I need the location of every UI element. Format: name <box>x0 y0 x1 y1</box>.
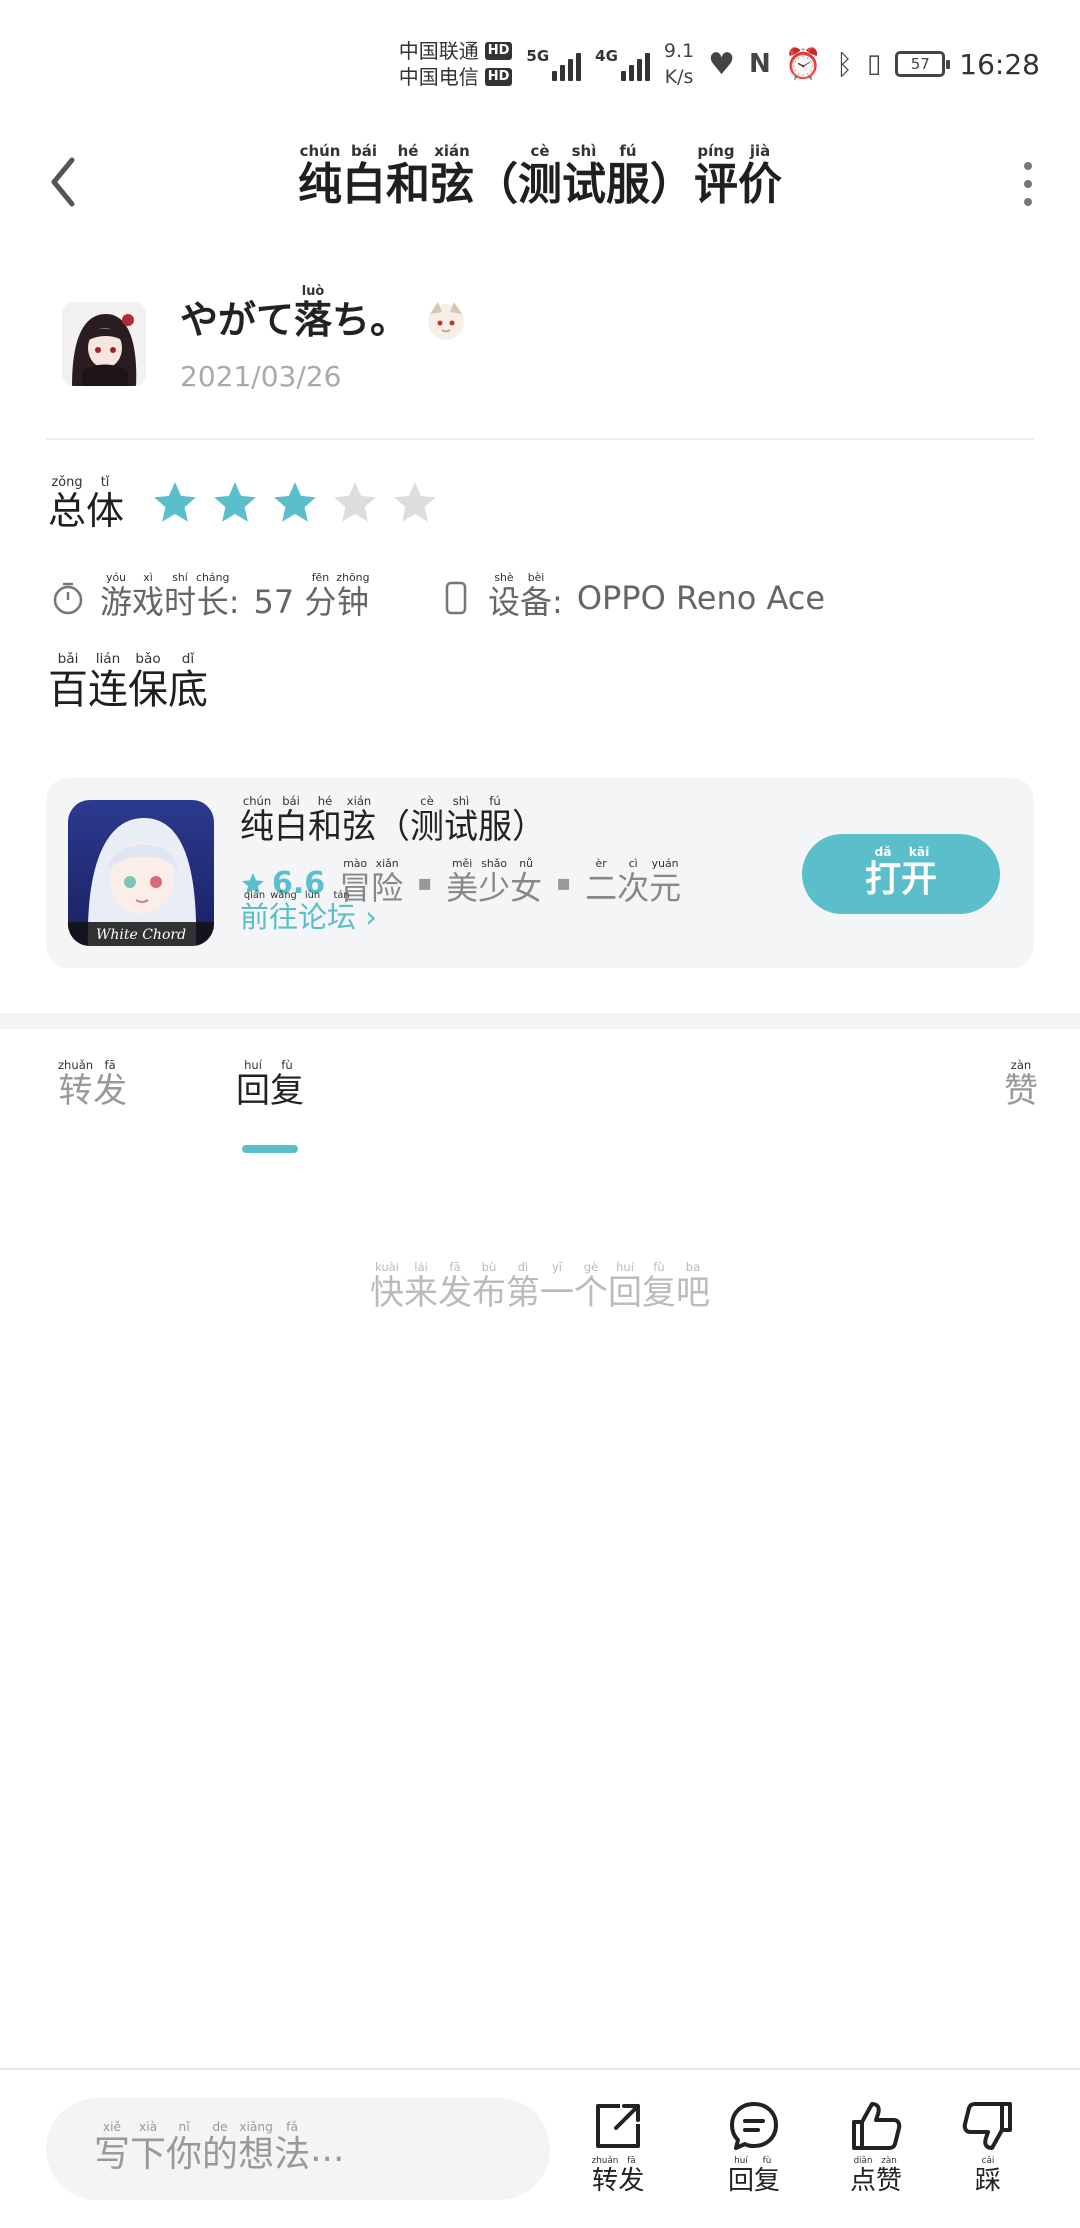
tab-indicator <box>242 1145 298 1153</box>
forum-link[interactable]: 前qián往wǎng论lùn坛tán › <box>240 890 377 936</box>
divider <box>46 438 1034 440</box>
comment-icon <box>730 2102 778 2150</box>
chevron-right-icon: › <box>365 900 377 934</box>
playtime: 游yóu戏xì时shí长cháng: 57 分fēn钟zhōng <box>50 571 369 623</box>
nfc-icon: N <box>749 49 771 79</box>
signal-5g-icon: 5G <box>526 47 582 81</box>
network-speed: 9.1 K/s <box>663 40 695 88</box>
signal-4g-icon: 4G <box>595 47 650 81</box>
hd-badge-1: HD <box>484 42 513 60</box>
thumbs-up-icon <box>852 2102 902 2150</box>
bluetooth-icon: ᛒ <box>836 47 853 81</box>
device-value: OPPO Reno Ace <box>576 578 826 617</box>
game-tag: 美měi少shǎo女nǚ <box>446 857 543 907</box>
username[interactable]: やがて落luòち。 <box>180 284 470 344</box>
star-empty-icon <box>334 482 376 522</box>
sticker-icon <box>428 302 465 340</box>
star-filled-icon <box>214 482 256 522</box>
hd-badge-2: HD <box>484 68 513 86</box>
reply-button[interactable]: 回huí复fù <box>704 2098 804 2197</box>
page-title: 纯chún白bái和hé弦xián（测cè试shì服fú）评píng价jià <box>298 142 782 210</box>
carrier-1: 中国联通 <box>398 39 479 63</box>
star-filled-icon <box>154 482 196 522</box>
open-button[interactable]: 打dǎ开kāi <box>802 834 1000 914</box>
alarm-icon: ⏰ <box>784 46 823 82</box>
header: 纯chún白bái和hé弦xián（测cè试shì服fú）评píng价jià <box>0 130 1080 240</box>
review-text: 百bǎi连lián保bǎo底dǐ <box>48 651 208 713</box>
clock: 16:28 <box>959 47 1040 81</box>
game-icon-caption: White Chord <box>96 927 186 943</box>
tab-forward[interactable]: 转zhuǎn发fā <box>58 1058 127 1112</box>
like-button[interactable]: 点diǎn赞zàn <box>826 2098 926 2197</box>
game-name[interactable]: 纯chún白bái和hé弦xián（测cè试shì服fú） <box>240 794 546 848</box>
star-filled-icon <box>274 482 316 522</box>
vibrate-icon: ▯ <box>866 49 882 79</box>
carrier-info: 中国联通 HD 中国电信 HD <box>399 38 513 90</box>
game-tag: 二èr次cì元yuán <box>585 857 682 907</box>
empty-replies-text: 快kuài来lái发fā布bù第dì一yī个gè回huí复fù吧ba <box>370 1260 710 1313</box>
status-bar: 中国联通 HD 中国电信 HD 5G 4G 9.1 K/s ♥ N ⏰ ᛒ ▯ 57… <box>399 28 1040 100</box>
review-date: 2021/03/26 <box>180 360 342 393</box>
tab-reply[interactable]: 回huí复fù <box>236 1058 304 1112</box>
carrier-2: 中国电信 <box>398 65 479 89</box>
rating-label: 总zǒng体tǐ <box>48 475 125 533</box>
section-separator <box>0 1013 1080 1029</box>
avatar[interactable] <box>62 302 146 386</box>
dislike-button[interactable]: 踩cǎi <box>938 2098 1038 2197</box>
game-card[interactable]: White Chord 纯chún白bái和hé弦xián（测cè试shì服fú… <box>46 778 1034 968</box>
thumbs-down-icon <box>962 2102 1012 2150</box>
forward-button[interactable]: 转zhuǎn发fā <box>568 2098 668 2197</box>
tab-like[interactable]: 赞zàn <box>1004 1058 1038 1112</box>
more-menu-icon[interactable] <box>1018 162 1038 206</box>
heart-rate-icon: ♥ <box>708 46 736 82</box>
battery-icon: 57 <box>895 51 951 77</box>
phone-icon <box>445 581 467 614</box>
bottom-bar-divider <box>0 2068 1080 2070</box>
share-icon <box>596 2104 640 2148</box>
timer-icon <box>53 582 83 614</box>
star-empty-icon <box>394 482 436 522</box>
game-icon[interactable]: White Chord <box>68 800 214 946</box>
device: 设shè备bèi: OPPO Reno Ace <box>438 571 826 623</box>
rating-stars <box>150 478 440 528</box>
comment-input[interactable]: 写xiě下xià你nǐ的de想xiǎng法fǎ... <box>46 2098 550 2200</box>
